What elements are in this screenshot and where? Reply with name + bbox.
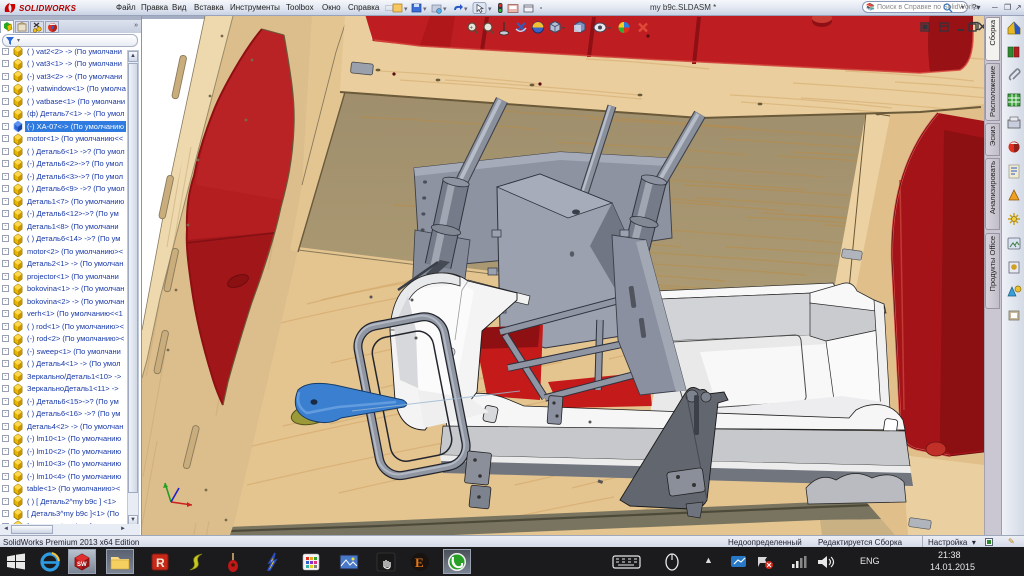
svg-text:E: E xyxy=(415,555,424,570)
svg-text:▾: ▾ xyxy=(443,6,447,13)
svg-text:▾: ▾ xyxy=(488,6,492,13)
svg-text:▾: ▾ xyxy=(423,6,427,13)
svg-text:+: + xyxy=(470,26,474,32)
svg-text:▾: ▾ xyxy=(608,26,611,32)
svg-text:▾: ▾ xyxy=(464,6,468,13)
svg-text:▾: ▾ xyxy=(404,6,408,13)
svg-text:▾: ▾ xyxy=(562,26,565,32)
svg-text:R: R xyxy=(156,556,165,570)
svg-text:SW: SW xyxy=(77,562,87,568)
